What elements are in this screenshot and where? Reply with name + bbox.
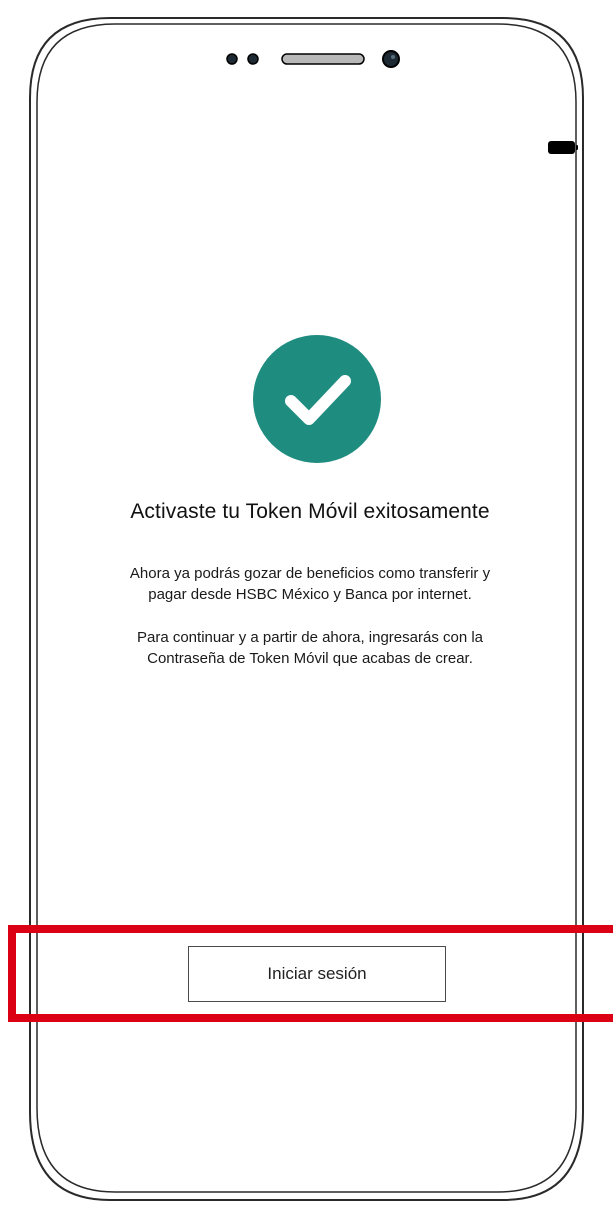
- continue-instructions-line: Para continuar y a partir de ahora, ingr…: [136, 629, 484, 646]
- front-camera: [382, 50, 400, 68]
- continue-instructions: Para continuar y a partir de ahora, ingr…: [60, 627, 560, 669]
- continue-instructions-line: Contraseña de Token Móvil que acabas de …: [147, 650, 473, 667]
- sensor-dot: [247, 53, 259, 65]
- phone-frame: [29, 17, 584, 1201]
- speaker-grille: [281, 53, 365, 65]
- sensor-dot: [226, 53, 238, 65]
- success-message: Ahora ya podrás gozar de beneficios como…: [60, 563, 560, 605]
- checkmark-circle-icon: [253, 335, 381, 463]
- battery-icon: [548, 141, 578, 154]
- success-message-line: Ahora ya podrás gozar de beneficios como…: [129, 565, 491, 582]
- login-button[interactable]: Iniciar sesión: [188, 946, 446, 1002]
- success-title: Activaste tu Token Móvil exitosamente: [130, 500, 490, 523]
- success-message-line: pagar desde HSBC México y Banca por inte…: [148, 586, 472, 603]
